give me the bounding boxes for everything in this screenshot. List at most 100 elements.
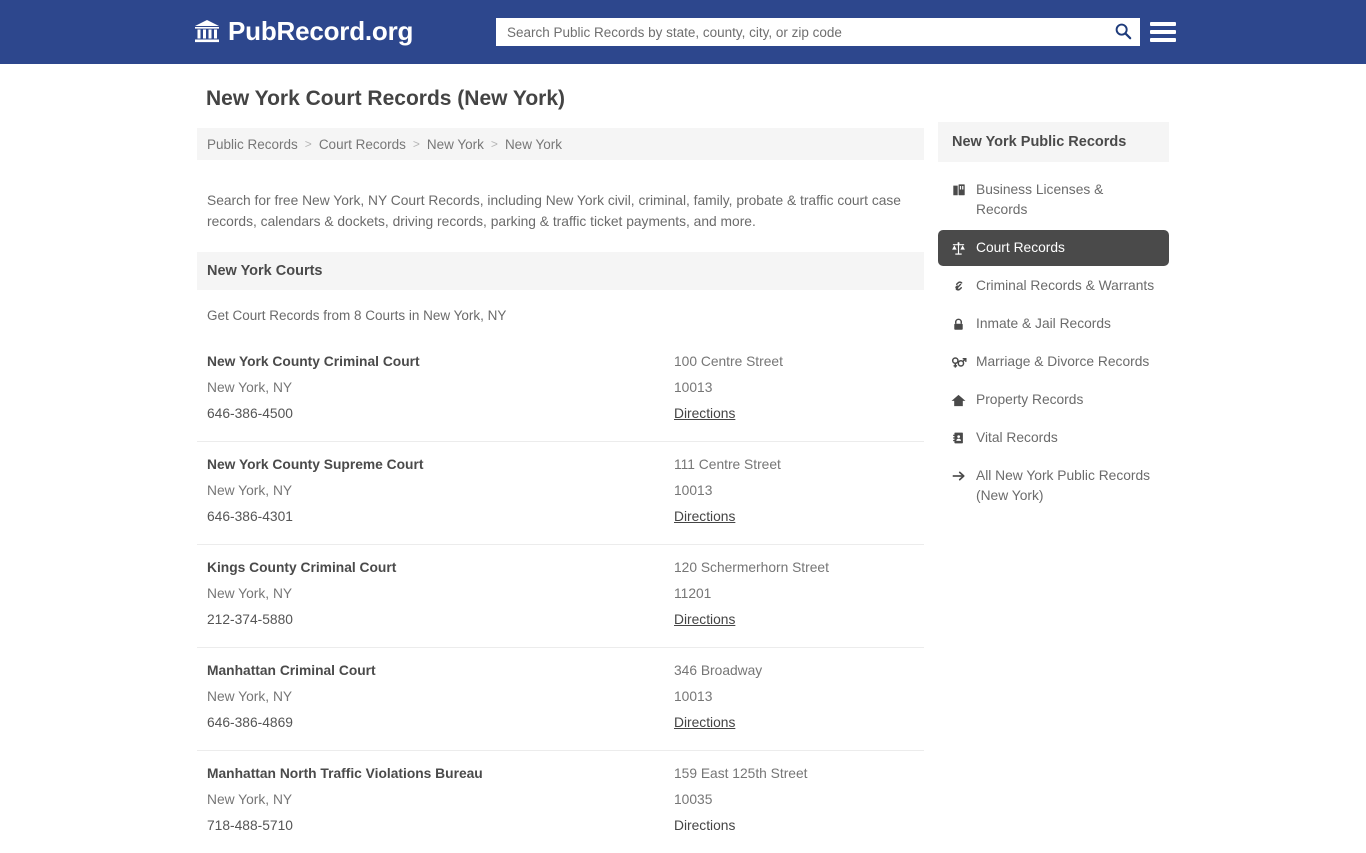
briefcase-icon bbox=[950, 180, 967, 200]
court-street: 100 Centre Street bbox=[674, 353, 783, 369]
court-street: 111 Centre Street bbox=[674, 456, 781, 472]
court-info-left: Manhattan Criminal Court New York, NY 64… bbox=[207, 658, 674, 736]
sidebar-item-all-new-york-public-records[interactable]: All New York Public Records (New York) bbox=[938, 458, 1169, 514]
court-city-state: New York, NY bbox=[207, 482, 293, 498]
search-icon bbox=[1114, 22, 1132, 43]
arrow-right-icon bbox=[950, 466, 967, 486]
court-city-state: New York, NY bbox=[207, 379, 293, 395]
court-name-link[interactable]: Manhattan Criminal Court bbox=[207, 658, 674, 684]
venus-mars-icon bbox=[950, 352, 967, 372]
hamburger-menu-icon[interactable] bbox=[1150, 18, 1176, 46]
court-name-link[interactable]: Manhattan North Traffic Violations Burea… bbox=[207, 761, 674, 787]
court-info-left: Manhattan North Traffic Violations Burea… bbox=[207, 761, 674, 839]
breadcrumb-separator-icon: > bbox=[490, 137, 498, 151]
court-street: 120 Schermerhorn Street bbox=[674, 559, 829, 575]
table-row: Manhattan Criminal Court New York, NY 64… bbox=[197, 646, 924, 750]
bank-building-icon bbox=[194, 18, 220, 44]
court-zip: 10013 bbox=[674, 482, 713, 498]
breadcrumb: Public Records > Court Records > New Yor… bbox=[197, 128, 924, 160]
breadcrumb-separator-icon: > bbox=[304, 137, 312, 151]
table-row: New York County Supreme Court New York, … bbox=[197, 440, 924, 544]
table-row: Manhattan North Traffic Violations Burea… bbox=[197, 749, 924, 853]
sidebar-item-label: Court Records bbox=[976, 240, 1065, 255]
sidebar-item-label: Marriage & Divorce Records bbox=[976, 354, 1150, 369]
court-zip: 11201 bbox=[674, 585, 712, 601]
section-note: Get Court Records from 8 Courts in New Y… bbox=[207, 307, 507, 323]
lock-icon bbox=[950, 314, 967, 334]
page-intro-text: Search for free New York, NY Court Recor… bbox=[207, 192, 901, 229]
court-street: 159 East 125th Street bbox=[674, 765, 808, 781]
breadcrumb-item-public-records[interactable]: Public Records bbox=[207, 137, 298, 152]
scales-of-justice-icon bbox=[950, 238, 967, 258]
site-logo-text: PubRecord.org bbox=[228, 16, 414, 46]
breadcrumb-separator-icon: > bbox=[412, 137, 420, 151]
sidebar: New York Public Records Business License… bbox=[938, 64, 1169, 853]
hamburger-bar bbox=[1150, 22, 1176, 26]
court-info-left: New York County Supreme Court New York, … bbox=[207, 452, 674, 530]
court-name-link[interactable]: Kings County Criminal Court bbox=[207, 555, 674, 581]
court-list: New York County Criminal Court New York,… bbox=[197, 339, 924, 853]
site-logo-link[interactable]: PubRecord.org bbox=[194, 17, 413, 45]
sidebar-item-label: Criminal Records & Warrants bbox=[976, 278, 1155, 293]
court-info-right: 159 East 125th Street 10035 Directions bbox=[674, 761, 914, 839]
court-street: 346 Broadway bbox=[674, 662, 763, 678]
table-row: Kings County Criminal Court New York, NY… bbox=[197, 543, 924, 647]
sidebar-nav: Business Licenses & Records Court Record… bbox=[938, 172, 1169, 514]
sidebar-item-vital-records[interactable]: Vital Records bbox=[938, 420, 1169, 456]
sidebar-item-label: Inmate & Jail Records bbox=[976, 316, 1111, 331]
search-bar bbox=[496, 18, 1140, 46]
court-info-right: 111 Centre Street 10013 Directions bbox=[674, 452, 914, 530]
hamburger-bar bbox=[1150, 38, 1176, 42]
directions-link[interactable]: Directions bbox=[674, 710, 735, 736]
directions-link[interactable]: Directions bbox=[674, 401, 735, 427]
site-header: PubRecord.org bbox=[0, 0, 1366, 64]
court-city-state: New York, NY bbox=[207, 688, 293, 704]
home-icon bbox=[950, 390, 967, 410]
court-zip: 10035 bbox=[674, 791, 713, 807]
court-phone: 646-386-4500 bbox=[207, 405, 293, 421]
breadcrumb-item-court-records[interactable]: Court Records bbox=[319, 137, 406, 152]
main-column: New York Court Records (New York) Public… bbox=[197, 64, 924, 853]
link-chain-icon bbox=[950, 276, 967, 296]
sidebar-item-business-licenses[interactable]: Business Licenses & Records bbox=[938, 172, 1169, 228]
search-input[interactable] bbox=[496, 19, 1106, 45]
sidebar-header: New York Public Records bbox=[938, 122, 1169, 162]
court-info-left: New York County Criminal Court New York,… bbox=[207, 349, 674, 427]
sidebar-item-label: Business Licenses & Records bbox=[976, 182, 1104, 217]
sidebar-item-criminal-records[interactable]: Criminal Records & Warrants bbox=[938, 268, 1169, 304]
content-container: New York Court Records (New York) Public… bbox=[197, 64, 1169, 853]
sidebar-item-marriage-divorce-records[interactable]: Marriage & Divorce Records bbox=[938, 344, 1169, 380]
court-info-right: 346 Broadway 10013 Directions bbox=[674, 658, 914, 736]
court-zip: 10013 bbox=[674, 379, 713, 395]
sidebar-item-court-records[interactable]: Court Records bbox=[938, 230, 1169, 266]
sidebar-item-label: All New York Public Records (New York) bbox=[976, 468, 1151, 503]
court-name-link[interactable]: New York County Supreme Court bbox=[207, 452, 674, 478]
court-info-left: Kings County Criminal Court New York, NY… bbox=[207, 555, 674, 633]
court-city-state: New York, NY bbox=[207, 585, 293, 601]
court-phone: 718-488-5710 bbox=[207, 817, 293, 833]
court-info-right: 120 Schermerhorn Street 11201 Directions bbox=[674, 555, 914, 633]
court-info-right: 100 Centre Street 10013 Directions bbox=[674, 349, 914, 427]
sidebar-item-inmate-jail-records[interactable]: Inmate & Jail Records bbox=[938, 306, 1169, 342]
page-body: New York Court Records (New York) Public… bbox=[0, 64, 1366, 853]
court-city-state: New York, NY bbox=[207, 791, 293, 807]
court-phone: 212-374-5880 bbox=[207, 611, 293, 627]
court-phone: 646-386-4301 bbox=[207, 508, 293, 524]
search-button[interactable] bbox=[1106, 18, 1140, 46]
sidebar-title: New York Public Records bbox=[952, 134, 1127, 150]
sidebar-item-property-records[interactable]: Property Records bbox=[938, 382, 1169, 418]
directions-link[interactable]: Directions bbox=[674, 504, 735, 530]
section-header-new-york-courts: New York Courts bbox=[197, 251, 924, 290]
breadcrumb-item-new-york-city[interactable]: New York bbox=[505, 137, 562, 152]
sidebar-item-label: Vital Records bbox=[976, 430, 1058, 445]
court-name-link[interactable]: New York County Criminal Court bbox=[207, 349, 674, 375]
hamburger-bar bbox=[1150, 30, 1176, 34]
sidebar-item-label: Property Records bbox=[976, 392, 1084, 407]
directions-link[interactable]: Directions bbox=[674, 813, 735, 839]
breadcrumb-item-new-york-state[interactable]: New York bbox=[427, 137, 484, 152]
court-phone: 646-386-4869 bbox=[207, 714, 293, 730]
address-book-icon bbox=[950, 428, 967, 448]
table-row: New York County Criminal Court New York,… bbox=[197, 339, 924, 441]
section-title: New York Courts bbox=[207, 262, 323, 279]
directions-link[interactable]: Directions bbox=[674, 607, 735, 633]
